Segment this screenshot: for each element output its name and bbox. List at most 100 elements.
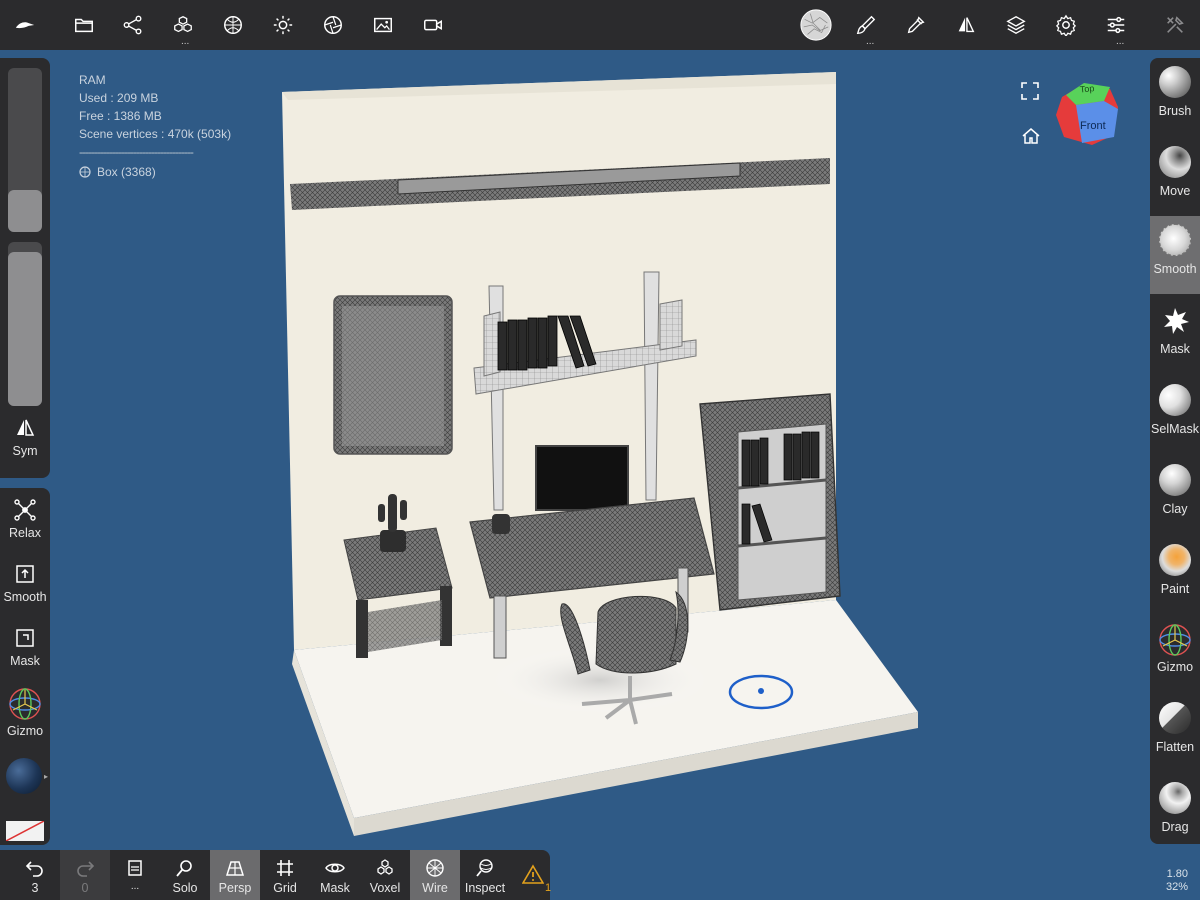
ram-used: Used : 209 MB [79, 91, 159, 105]
grid-icon [277, 860, 293, 876]
aperture-icon[interactable] [318, 10, 348, 40]
sun-icon[interactable] [268, 10, 298, 40]
radius-slider[interactable] [8, 68, 42, 232]
gizmo-left-label: Gizmo [6, 724, 44, 738]
clay-tool-button[interactable]: Clay [1150, 456, 1200, 534]
redo-button[interactable]: 0 [60, 850, 110, 900]
eye-icon [325, 863, 345, 873]
brush-tool-label: Brush [1158, 104, 1192, 118]
smooth-tool-button[interactable]: Smooth [1150, 216, 1200, 294]
smooth-box-button[interactable]: Smooth [0, 562, 50, 604]
gizmo-icon [1159, 624, 1191, 656]
undo-icon [25, 861, 43, 877]
sym-button[interactable]: Sym [0, 416, 50, 458]
selmask-sphere-icon [1159, 384, 1191, 416]
share-icon[interactable] [118, 10, 148, 40]
fullscreen-icon[interactable] [1021, 82, 1039, 105]
selmask-tool-label: SelMask [1151, 422, 1199, 436]
symmetry-icon[interactable] [951, 10, 981, 40]
gear-icon[interactable] [1051, 10, 1081, 40]
redo-count: 0 [81, 881, 89, 895]
inspect-button[interactable]: Inspect [460, 850, 510, 900]
stats-overlay: RAM Used : 209 MB Free : 1386 MB Scene v… [79, 71, 231, 181]
paint-tool-label: Paint [1160, 582, 1190, 596]
cubes-more-dots: ... [181, 36, 190, 47]
zoom-factor: 1.80 [1166, 868, 1188, 880]
pipette-icon[interactable] [901, 10, 931, 40]
flatten-tool-button[interactable]: Flatten [1150, 694, 1200, 772]
relax-button[interactable]: Relax [0, 498, 50, 540]
grid-button[interactable]: Grid [260, 850, 310, 900]
wire-label: Wire [422, 881, 448, 895]
move-tool-button[interactable]: Move [1150, 138, 1200, 216]
right-tool-panel: Brush Move Smooth Mask SelMask Clay Pain… [1150, 58, 1200, 844]
undo-button[interactable]: 3 [10, 850, 60, 900]
relax-icon [14, 499, 36, 521]
object-sphere-icon [79, 166, 91, 178]
intensity-slider-fill[interactable] [8, 252, 42, 406]
mask-visibility-button[interactable]: Mask [310, 850, 360, 900]
solo-button[interactable]: Solo [160, 850, 210, 900]
redo-icon [77, 861, 95, 877]
material-sphere[interactable] [6, 758, 42, 794]
mask-box-icon [16, 629, 34, 647]
matcap-icon[interactable] [798, 7, 834, 43]
undo-count: 3 [31, 881, 39, 895]
mask-box-label: Mask [10, 654, 40, 668]
warning-icon[interactable] [521, 864, 545, 889]
relax-label: Relax [9, 526, 41, 540]
voxel-button[interactable]: Voxel [360, 850, 410, 900]
left-slider-panel: Sym [0, 58, 50, 478]
ram-free: Free : 1386 MB [79, 109, 162, 123]
zoom-readout: 1.80 32% [1166, 868, 1188, 894]
layers-icon[interactable] [1001, 10, 1031, 40]
smooth-box-icon [16, 565, 34, 583]
history-button[interactable]: ... [110, 850, 160, 900]
drag-tool-label: Drag [1161, 820, 1189, 834]
mask-splat-icon [1164, 308, 1189, 334]
grid-label: Grid [273, 881, 297, 895]
flatten-sphere-icon [1159, 702, 1191, 734]
sym-label: Sym [12, 444, 38, 458]
top-toolbar: ... ... ... [0, 0, 1200, 50]
radius-slider-handle[interactable] [8, 190, 42, 232]
object-row[interactable]: Box (3368) [79, 163, 231, 181]
perspective-icon [225, 861, 245, 876]
sphere-icon[interactable] [218, 10, 248, 40]
gizmo-icon [9, 688, 41, 720]
intensity-slider[interactable] [8, 242, 42, 406]
selmask-tool-button[interactable]: SelMask [1150, 376, 1200, 454]
move-sphere-icon [1159, 146, 1191, 178]
smooth-sphere-icon [1159, 224, 1191, 256]
wire-button[interactable]: Wire [410, 850, 460, 900]
drag-tool-button[interactable]: Drag [1150, 774, 1200, 844]
brush-tool-button[interactable]: Brush [1150, 58, 1200, 136]
home-icon[interactable] [1021, 127, 1041, 150]
clay-tool-label: Clay [1162, 502, 1188, 516]
material-chevron-icon[interactable]: ▸ [44, 772, 48, 781]
folder-icon[interactable] [69, 10, 99, 40]
left-tool-panel: Relax Smooth Mask Gizmo ▸ [0, 488, 50, 845]
image-icon[interactable] [368, 10, 398, 40]
tools-icon[interactable] [1160, 10, 1190, 40]
paint-sphere-icon [1159, 544, 1191, 576]
scene-vertices: Scene vertices : 470k (503k) [79, 127, 232, 141]
mask-visibility-label: Mask [320, 881, 350, 895]
paint-tool-button[interactable]: Paint [1150, 536, 1200, 614]
logo-icon[interactable] [10, 10, 40, 40]
mask-box-button[interactable]: Mask [0, 626, 50, 668]
sliders-more-dots: ... [1116, 36, 1125, 47]
brush-more-dots: ... [866, 36, 875, 47]
gizmo-left-button[interactable]: Gizmo [0, 686, 50, 738]
symmetry-icon [17, 419, 35, 436]
color-swatch[interactable] [6, 821, 44, 841]
nav-cube-front-label: Front [1080, 120, 1106, 132]
nav-cube[interactable]: Top Front [1052, 79, 1120, 147]
mask-tool-button[interactable]: Mask [1150, 296, 1200, 374]
persp-button[interactable]: Persp [210, 850, 260, 900]
gizmo-tool-button[interactable]: Gizmo [1150, 614, 1200, 692]
brush-sphere-icon [1159, 66, 1191, 98]
video-icon[interactable] [418, 10, 448, 40]
bottom-toolbar: 3 0 ... Solo Persp Grid Mask Voxel Wire … [0, 850, 551, 900]
history-more-dots: ... [130, 881, 140, 892]
